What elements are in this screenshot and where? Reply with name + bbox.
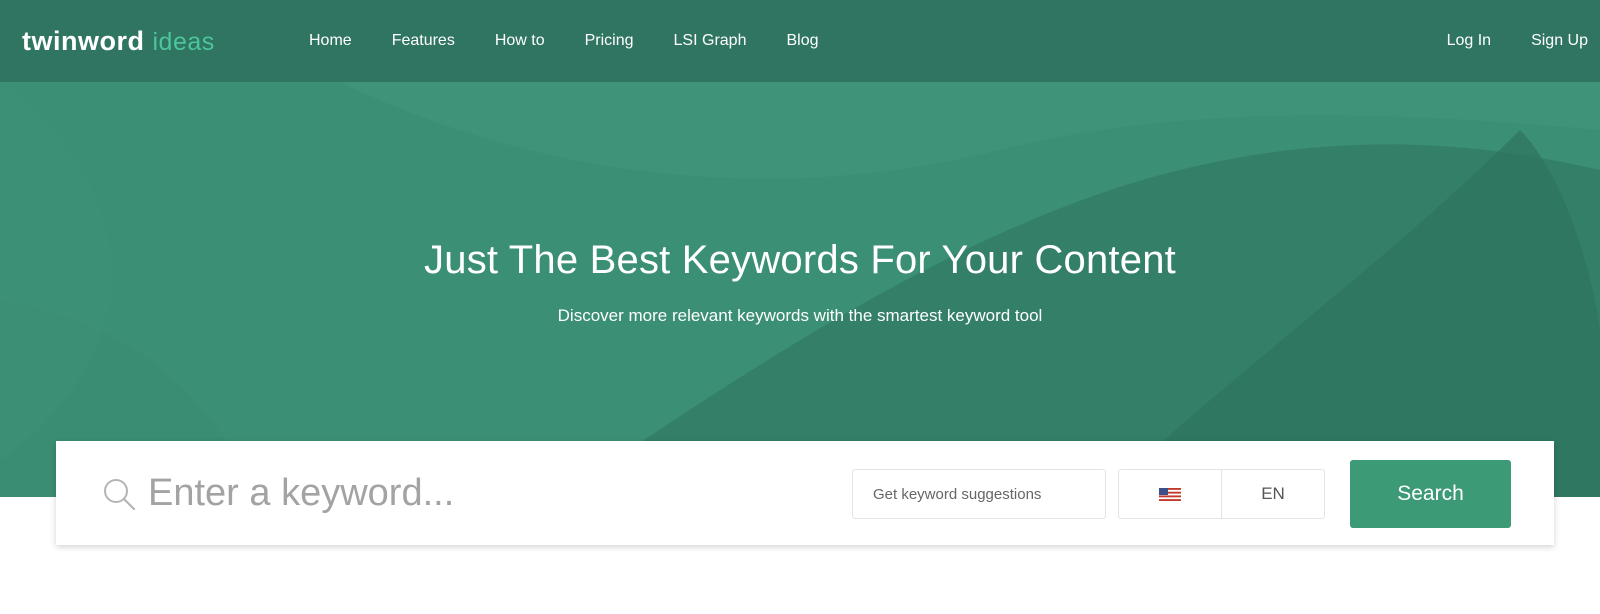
nav-link-features[interactable]: Features [392,32,455,50]
hero-title: Just The Best Keywords For Your Content [424,238,1176,282]
nav-link-home[interactable]: Home [309,32,352,50]
logo-product-name: ideas [152,28,215,56]
us-flag-icon [1159,487,1181,501]
nav-link-blog[interactable]: Blog [786,32,818,50]
nav-link-how-to[interactable]: How to [495,32,545,50]
hero-subtitle: Discover more relevant keywords with the… [557,306,1043,325]
suggestion-mode-select[interactable]: Get keyword suggestions [852,469,1106,519]
nav-link-pricing[interactable]: Pricing [585,32,634,50]
auth-links: Log In Sign Up [1407,0,1588,82]
signup-link[interactable]: Sign Up [1531,32,1588,50]
top-navigation: twinword ideas Home Features How to Pric… [0,0,1600,82]
logo-wordmark: twinword [22,26,145,56]
nav-link-lsi-graph[interactable]: LSI Graph [674,32,747,50]
brand-logo[interactable]: twinword ideas [22,26,215,57]
keyword-input[interactable] [148,465,788,521]
search-icon [104,479,136,511]
nav-links: Home Features How to Pricing LSI Graph B… [309,0,859,82]
suggestion-mode-value: Get keyword suggestions [873,485,1042,503]
login-link[interactable]: Log In [1447,32,1491,50]
hero-banner: twinword ideas Home Features How to Pric… [0,0,1600,497]
page: twinword ideas Home Features How to Pric… [0,0,1600,614]
search-button[interactable]: Search [1350,460,1511,528]
country-select[interactable] [1118,469,1222,519]
language-value: EN [1261,484,1285,503]
keyword-search-box: Get keyword suggestions EN Search [56,441,1554,545]
language-select[interactable]: EN [1221,469,1325,519]
